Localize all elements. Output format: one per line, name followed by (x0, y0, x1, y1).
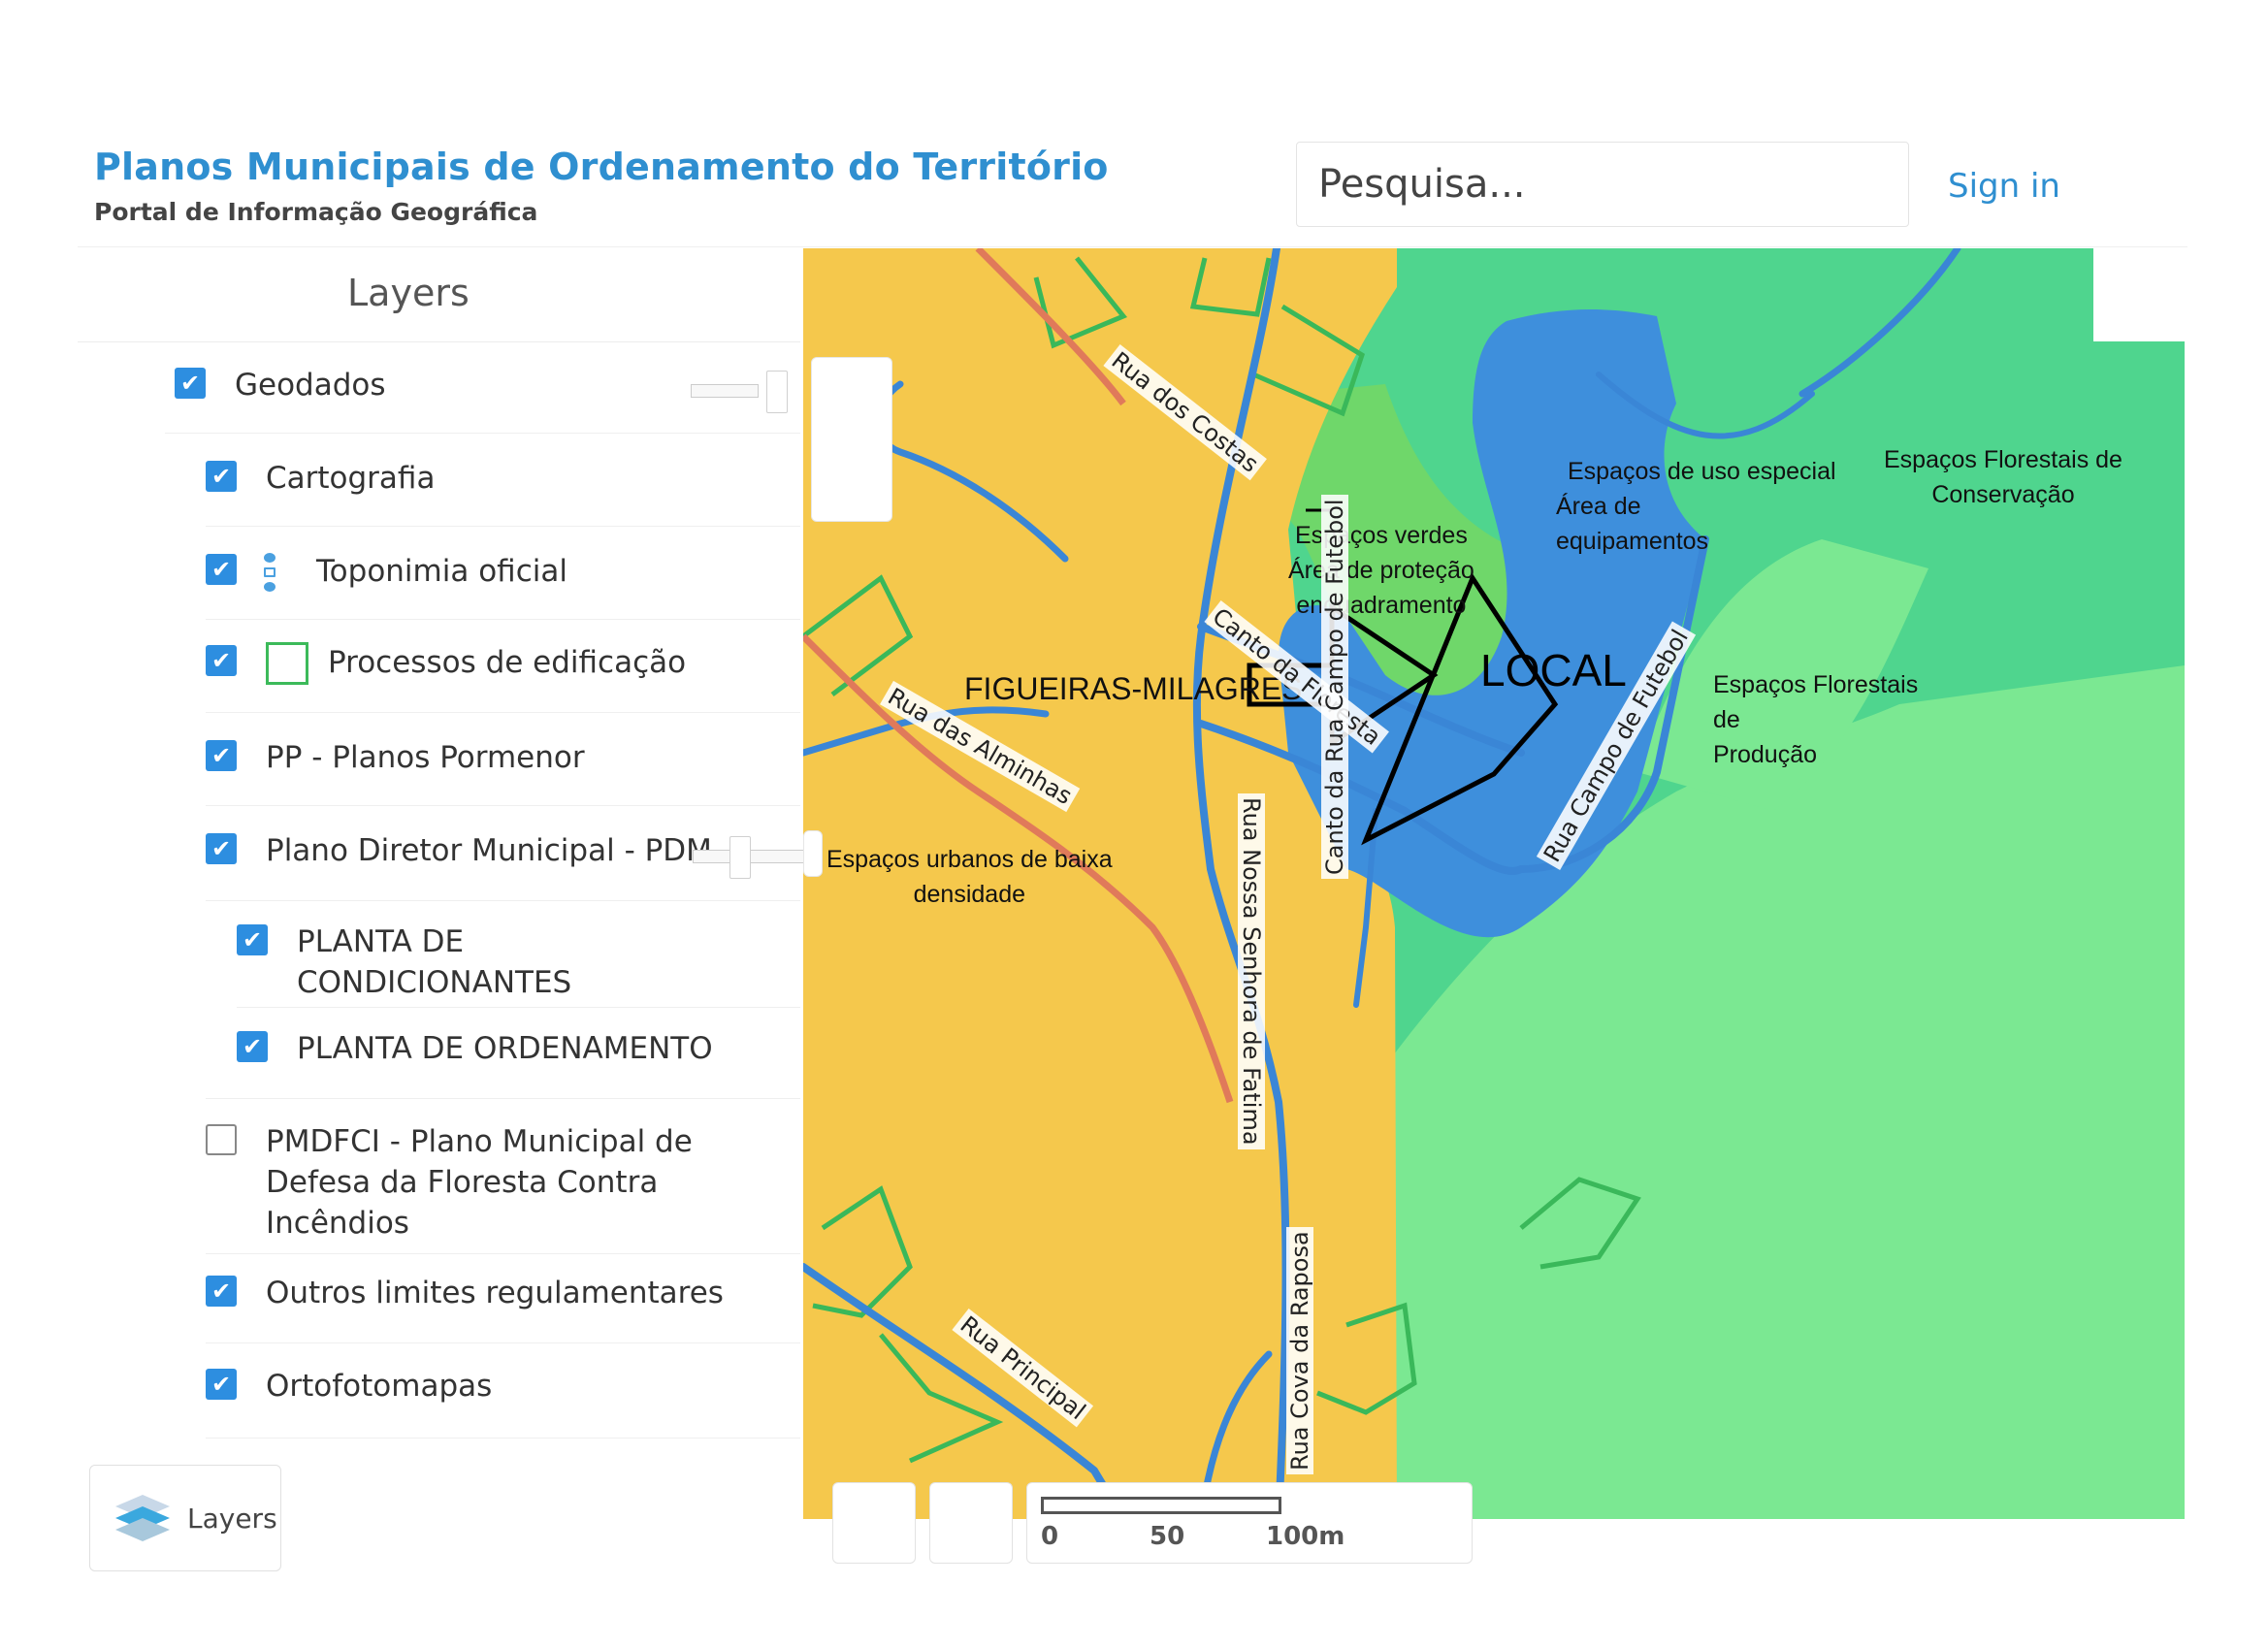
checkbox-checked[interactable]: ✔ (206, 740, 237, 771)
layer-pmdfci[interactable]: PMDFCI - Plano Municipal de Defesa da Fl… (206, 1121, 710, 1244)
layers-stack-icon (115, 1495, 170, 1541)
header-divider (78, 246, 2187, 247)
zone-label-equipment: Área de equipamentos (1556, 489, 1708, 559)
zone-label-line: de (1713, 706, 1740, 733)
layer-label: PLANTA DE ORDENAMENTO (297, 1031, 713, 1066)
checkbox-checked[interactable]: ✔ (206, 554, 237, 585)
layer-pdm[interactable]: ✔ Plano Diretor Municipal - PDM (206, 830, 712, 871)
divider (206, 712, 800, 713)
zone-label-forest-production: Espaços Florestais de Produção (1713, 667, 1918, 772)
zone-label-line: Espaços Florestais de (1884, 446, 2122, 473)
street-label: Rua Nossa Senhora de Fatima (1238, 793, 1265, 1149)
zone-label-line: Área de (1556, 493, 1641, 520)
zone-label-line: Produção (1713, 741, 1818, 768)
scale-tick: 50 (1150, 1522, 1185, 1551)
checkbox-checked[interactable]: ✔ (206, 461, 237, 492)
divider (206, 805, 800, 806)
divider (206, 1098, 800, 1099)
opacity-slider-handle[interactable] (729, 836, 751, 879)
sign-in-link[interactable]: Sign in (1948, 167, 2060, 206)
scale-tick: 100m (1266, 1522, 1345, 1551)
layer-planta-ordenamento[interactable]: ✔ PLANTA DE ORDENAMENTO (237, 1028, 713, 1069)
street-label: Canto da Rua Campo de Futebol (1321, 495, 1348, 879)
layer-pp-planos-pormenor[interactable]: ✔ PP - Planos Pormenor (206, 737, 585, 778)
divider (206, 1438, 800, 1439)
scale-bar-graphic (1041, 1497, 1281, 1514)
zone-label-special-use: Espaços de uso especial (1568, 458, 1836, 485)
map-view[interactable]: FIGUEIRAS-MILAGRES LOCAL Espaços de uso … (803, 248, 2185, 1519)
zone-label-line: enquadramento (1296, 592, 1467, 619)
checkbox-checked[interactable]: ✔ (237, 924, 268, 955)
checkbox-unchecked[interactable] (206, 1124, 237, 1155)
layers-button-label: Layers (187, 1502, 277, 1535)
layer-toponimia-oficial[interactable]: ✔ Toponimia oficial (206, 551, 567, 594)
layer-ortofotomapas[interactable]: ✔ Ortofotomapas (206, 1366, 492, 1406)
zone-label-line: Espaços Florestais (1713, 671, 1919, 698)
layer-cartografia[interactable]: ✔ Cartografia (206, 458, 435, 499)
map-side-handle[interactable] (803, 830, 823, 877)
map-tool-button-1[interactable] (832, 1482, 916, 1564)
layer-label: Outros limites regulamentares (266, 1276, 724, 1310)
layers-panel-title: Layers (347, 272, 470, 314)
divider (206, 1253, 800, 1254)
map-blank-corner (2093, 248, 2185, 341)
map-zoom-control[interactable] (811, 357, 892, 522)
opacity-slider-track[interactable] (691, 384, 759, 398)
layer-label: Ortofotomapas (266, 1369, 493, 1404)
checkbox-checked[interactable]: ✔ (206, 1369, 237, 1400)
zone-label-forest-conservation: Espaços Florestais de Conservação (1884, 442, 2122, 512)
scale-bar: 0 50 100m (1026, 1482, 1473, 1564)
green-outline-square-icon (266, 642, 308, 685)
divider (206, 1342, 800, 1343)
divider (165, 433, 800, 434)
layer-label: Plano Diretor Municipal - PDM (266, 833, 712, 868)
local-marker-label: LOCAL (1480, 645, 1627, 695)
app-subtitle: Portal de Informação Geográfica (94, 198, 538, 226)
layer-processos-edificacao[interactable]: ✔ Processos de edificação (206, 642, 686, 685)
zone-label-line: Espaços verdes (1294, 522, 1468, 549)
zone-label-line: Espaços urbanos de baixa (826, 846, 1113, 873)
zone-label-urban: Espaços urbanos de baixa densidade (826, 842, 1113, 912)
street-label: Rua Cova da Raposa (1286, 1227, 1313, 1474)
layer-outros-limites[interactable]: ✔ Outros limites regulamentares (206, 1273, 724, 1313)
zone-label-line: densidade (913, 881, 1026, 908)
divider (206, 619, 800, 620)
layer-planta-condicionantes[interactable]: ✔ PLANTA DE CONDICIONANTES (237, 922, 605, 1003)
checkbox-checked[interactable]: ✔ (206, 833, 237, 864)
layer-label: Geodados (235, 368, 386, 403)
search-box[interactable] (1296, 142, 1909, 227)
zone-label-line: Área de proteção (1288, 557, 1474, 584)
layer-label: PP - Planos Pormenor (266, 740, 585, 775)
layer-label: Processos de edificação (328, 645, 687, 680)
divider (237, 1007, 800, 1008)
divider (206, 526, 800, 527)
divider (78, 341, 800, 342)
app-title: Planos Municipais de Ordenamento do Terr… (94, 146, 1109, 188)
zone-label-green-spaces: Espaços verdes Área de proteção enquadra… (1288, 518, 1474, 623)
checkbox-checked[interactable]: ✔ (206, 1276, 237, 1307)
checkbox-checked[interactable]: ✔ (206, 645, 237, 676)
layer-label: PLANTA DE CONDICIONANTES (297, 924, 572, 1000)
scale-tick: 0 (1041, 1522, 1059, 1551)
map-tool-button-2[interactable] (929, 1482, 1013, 1564)
opacity-slider-handle[interactable] (766, 371, 788, 413)
zone-label-line: equipamentos (1556, 528, 1709, 555)
checkbox-checked[interactable]: ✔ (237, 1031, 268, 1062)
layer-label: Toponimia oficial (316, 554, 567, 589)
layer-geodados[interactable]: ✔ Geodados (175, 365, 386, 405)
layers-panel: Layers ✔ Geodados ✔ Cartografia ✔ Toponi… (78, 248, 805, 1471)
toponimia-legend-icon (264, 551, 303, 594)
layer-label: Cartografia (266, 461, 436, 496)
checkbox-checked[interactable]: ✔ (175, 368, 206, 399)
layer-label: PMDFCI - Plano Municipal de Defesa da Fl… (266, 1124, 693, 1241)
search-input[interactable] (1318, 162, 1908, 207)
layers-toggle-button[interactable]: Layers (89, 1465, 281, 1571)
divider (206, 900, 800, 901)
zone-label-line: Conservação (1931, 481, 2075, 508)
place-name-label: FIGUEIRAS-MILAGRES (964, 671, 1303, 706)
